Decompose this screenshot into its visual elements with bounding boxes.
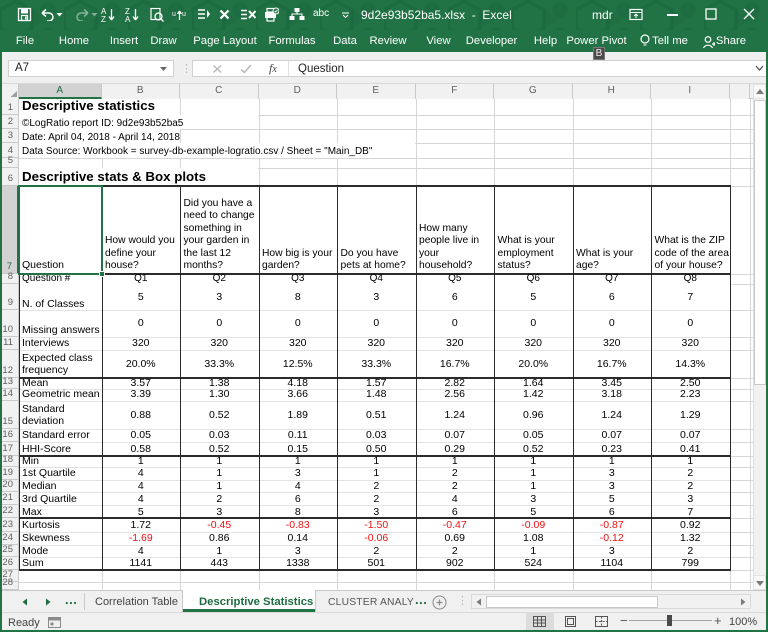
svg-text:A: A [125, 15, 131, 23]
svg-text:u: u [182, 11, 186, 18]
svg-text:Z: Z [101, 15, 106, 23]
svg-text:u: u [172, 11, 176, 18]
